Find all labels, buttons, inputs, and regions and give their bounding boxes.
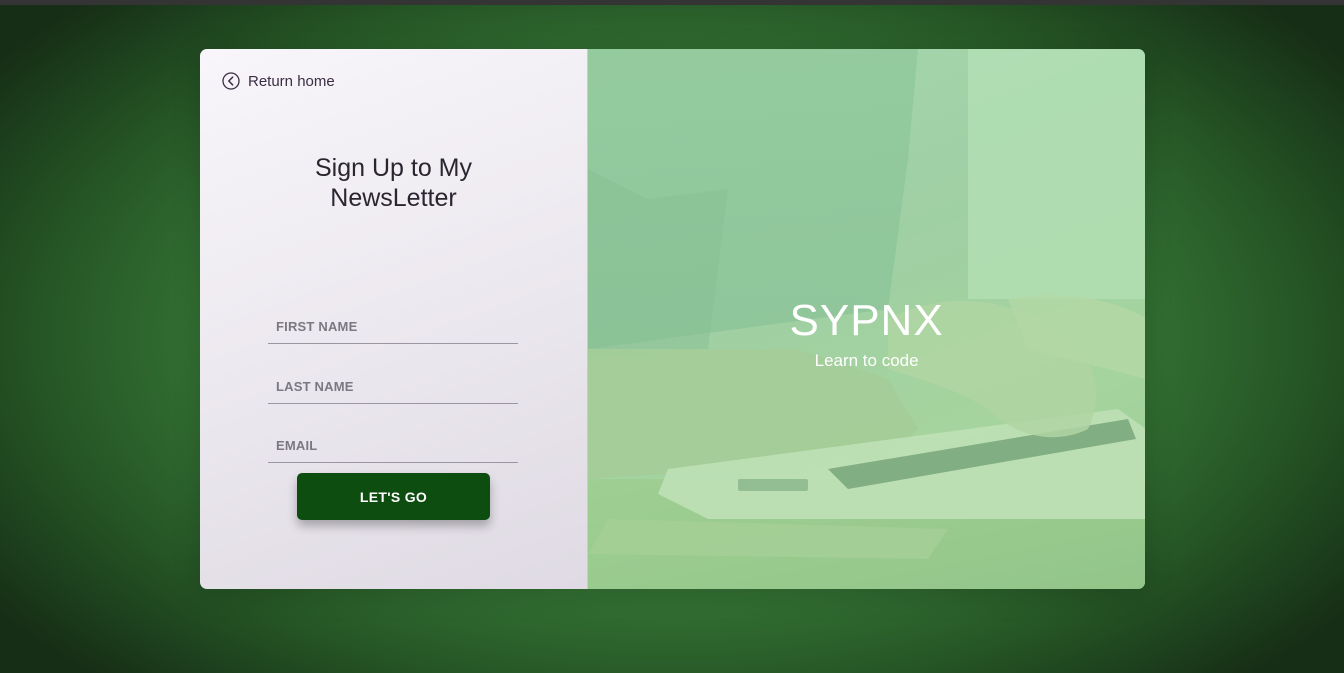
last-name-field bbox=[268, 369, 518, 404]
brand-tagline: Learn to code bbox=[814, 351, 919, 370]
return-home-label: Return home bbox=[248, 72, 335, 90]
form-title-line1: Sign Up to My bbox=[314, 154, 472, 182]
lets-go-button[interactable]: LET'S GO bbox=[297, 473, 490, 520]
signup-panel: Return home Sign Up to My NewsLetter LET… bbox=[200, 49, 588, 589]
chevron-left-circle-icon bbox=[222, 72, 240, 90]
email-input[interactable] bbox=[268, 428, 518, 462]
signup-card: Return home Sign Up to My NewsLetter LET… bbox=[200, 49, 1145, 589]
first-name-input[interactable] bbox=[268, 309, 518, 343]
browser-top-bar bbox=[0, 0, 1344, 5]
brand-name: SYPNX bbox=[789, 296, 944, 345]
return-home-link[interactable]: Return home bbox=[222, 72, 335, 90]
form-title-line2: NewsLetter bbox=[330, 184, 457, 212]
email-field bbox=[268, 428, 518, 463]
form-title: Sign Up to My NewsLetter bbox=[200, 153, 587, 213]
hero-panel: SYPNX Learn to code bbox=[587, 49, 1145, 589]
last-name-input[interactable] bbox=[268, 369, 518, 403]
brand-block: SYPNX Learn to code bbox=[588, 295, 1145, 371]
first-name-field bbox=[268, 309, 518, 344]
